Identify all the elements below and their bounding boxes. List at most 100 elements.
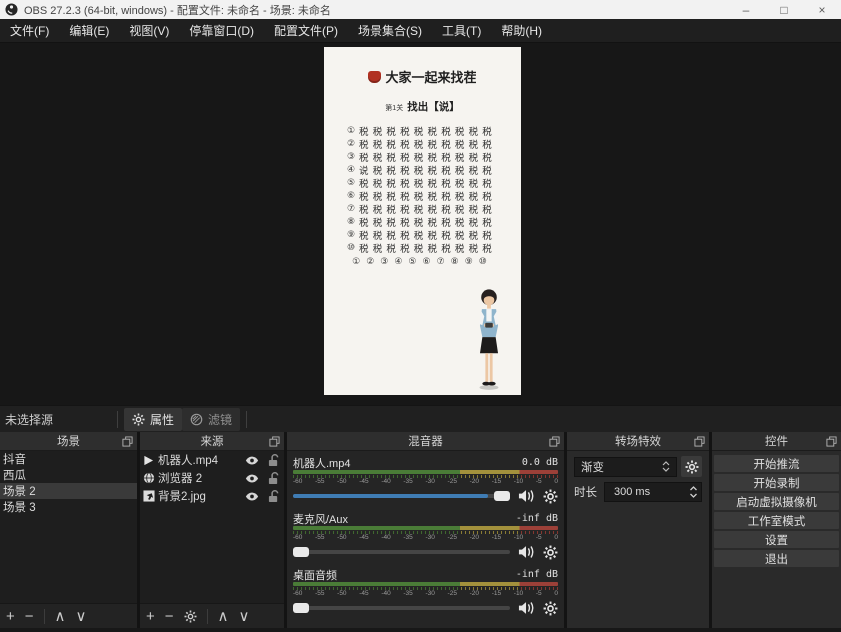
duration-input[interactable]: 300 ms	[604, 482, 702, 502]
menu-tools[interactable]: 工具(T)	[432, 19, 491, 42]
speaker-icon[interactable]	[518, 545, 535, 559]
menu-profile[interactable]: 配置文件(P)	[264, 19, 348, 42]
gear-icon	[132, 413, 145, 426]
transition-select[interactable]: 渐变	[574, 457, 677, 477]
minimize-button[interactable]: –	[727, 0, 765, 19]
unlock-icon[interactable]	[268, 490, 279, 503]
speaker-icon[interactable]	[518, 489, 535, 503]
filter-icon	[190, 413, 203, 426]
spinner-up-down-icon[interactable]	[689, 483, 698, 501]
move-source-up-button[interactable]: ∧	[218, 609, 229, 624]
controls-panel-header: 控件	[712, 432, 841, 451]
puzzle-grid: ①税税税税税税税税税税 ②税税税税税税税税税税 ③税税税税税税税税税税 ④说税税…	[324, 124, 521, 254]
gear-icon[interactable]	[543, 601, 558, 616]
window-title: OBS 27.2.3 (64-bit, windows) - 配置文件: 未命名…	[24, 2, 331, 18]
menu-scene-collection[interactable]: 场景集合(S)	[348, 19, 432, 42]
puzzle-row: ④说税税税税税税税税税	[347, 163, 521, 176]
remove-source-button[interactable]: −	[165, 609, 174, 624]
sources-toolbar: + − ∧ ∨	[140, 603, 284, 628]
duration-label: 时长	[574, 484, 597, 500]
start-recording-button[interactable]: 开始录制	[714, 474, 839, 491]
transitions-body: 渐变 时长 300 ms	[567, 451, 709, 628]
browser-globe-icon	[143, 472, 158, 484]
move-scene-up-button[interactable]: ∧	[55, 609, 66, 624]
scene-item-scene2[interactable]: 场景 2	[0, 483, 137, 499]
channel-name: 麦克风/Aux	[293, 511, 348, 527]
volume-slider-handle[interactable]	[293, 547, 309, 557]
game-logo-icon	[368, 71, 381, 83]
add-scene-button[interactable]: +	[6, 609, 15, 624]
volume-slider[interactable]	[293, 603, 510, 613]
puzzle-row: ②税税税税税税税税税税	[347, 137, 521, 150]
source-item-robot-video[interactable]: 机器人.mp4	[140, 451, 284, 469]
vu-meter	[293, 526, 558, 530]
volume-slider-handle[interactable]	[494, 491, 510, 501]
close-button[interactable]: ×	[803, 0, 841, 19]
menu-view[interactable]: 视图(V)	[119, 19, 179, 42]
gear-icon[interactable]	[543, 489, 558, 504]
source-properties-gear-icon[interactable]	[184, 610, 197, 623]
start-streaming-button[interactable]: 开始推流	[714, 455, 839, 472]
scene-item-xigua[interactable]: 西瓜	[0, 467, 137, 483]
controls-panel: 控件 开始推流 开始录制 启动虚拟摄像机 工作室模式 设置 退出	[712, 432, 841, 628]
title-bar: OBS 27.2.3 (64-bit, windows) - 配置文件: 未命名…	[0, 0, 841, 19]
scenes-panel: 场景 抖音 西瓜 场景 2 场景 3 + − ∧ ∨	[0, 432, 137, 628]
settings-button[interactable]: 设置	[714, 531, 839, 548]
exit-button[interactable]: 退出	[714, 550, 839, 567]
speaker-icon[interactable]	[518, 601, 535, 615]
toolbar-separator	[44, 609, 45, 624]
menu-edit[interactable]: 编辑(E)	[59, 19, 119, 42]
maximize-button[interactable]: □	[765, 0, 803, 19]
mixer-body: 机器人.mp40.0 dB -60-55-50-45-40-35-30-25-2…	[287, 451, 564, 628]
vu-meter-scale: -60-55-50-45-40-35-30-25-20-15-10-50	[293, 534, 558, 542]
unlock-icon[interactable]	[268, 454, 279, 467]
float-dock-icon	[269, 436, 280, 447]
volume-slider-handle[interactable]	[293, 603, 309, 613]
add-source-button[interactable]: +	[146, 609, 155, 624]
scenes-toolbar: + − ∧ ∨	[0, 603, 137, 628]
toolbar-separator	[207, 609, 208, 624]
volume-slider[interactable]	[293, 547, 510, 557]
preview-canvas[interactable]: 大家一起来找茬 第1关找出【说】 ①税税税税税税税税税税 ②税税税税税税税税税税…	[324, 47, 521, 395]
unlock-icon[interactable]	[268, 472, 279, 485]
scene-item-douyin[interactable]: 抖音	[0, 451, 137, 467]
remove-scene-button[interactable]: −	[25, 609, 34, 624]
gear-icon[interactable]	[543, 545, 558, 560]
visibility-eye-icon[interactable]	[245, 456, 259, 465]
preview-area: 大家一起来找茬 第1关找出【说】 ①税税税税税税税税税税 ②税税税税税税税税税税…	[0, 43, 841, 405]
puzzle-row: ③税税税税税税税税税税	[347, 150, 521, 163]
mixer-channel-mic: 麦克风/Aux-inf dB -60-55-50-45-40-35-30-25-…	[293, 511, 558, 560]
game-title: 大家一起来找茬	[385, 67, 476, 86]
source-item-browser2[interactable]: 浏览器 2	[140, 469, 284, 487]
obs-logo-icon	[5, 3, 18, 16]
channel-name: 桌面音频	[293, 567, 337, 583]
toolbar-separator	[246, 411, 247, 428]
menu-file[interactable]: 文件(F)	[0, 19, 59, 42]
float-dock-icon	[549, 436, 560, 447]
dock-area: 场景 抖音 西瓜 场景 2 场景 3 + − ∧ ∨ 来源	[0, 432, 841, 628]
studio-mode-button[interactable]: 工作室模式	[714, 512, 839, 529]
mixer-channel-desktop: 桌面音频-inf dB -60-55-50-45-40-35-30-25-20-…	[293, 567, 558, 616]
visibility-eye-icon[interactable]	[245, 474, 259, 483]
menu-docks[interactable]: 停靠窗口(D)	[179, 19, 264, 42]
puzzle-row: ⑤税税税税税税税税税税	[347, 176, 521, 189]
volume-slider[interactable]	[293, 491, 510, 501]
puzzle-row: ①税税税税税税税税税税	[347, 124, 521, 137]
start-virtual-camera-button[interactable]: 启动虚拟摄像机	[714, 493, 839, 510]
filters-button[interactable]: 滤镜	[182, 408, 240, 431]
move-scene-down-button[interactable]: ∨	[76, 609, 87, 624]
channel-db-value: -inf dB	[516, 569, 558, 580]
move-source-down-button[interactable]: ∨	[239, 609, 250, 624]
properties-button[interactable]: 属性	[124, 408, 182, 431]
puzzle-row: ⑥税税税税税税税税税税	[347, 189, 521, 202]
mixer-panel-header: 混音器	[287, 432, 564, 451]
transition-properties-button[interactable]	[681, 456, 702, 477]
source-item-background2[interactable]: 背景2.jpg	[140, 487, 284, 505]
scene-item-scene3[interactable]: 场景 3	[0, 499, 137, 515]
visibility-eye-icon[interactable]	[245, 492, 259, 501]
audio-mixer-panel: 混音器 机器人.mp40.0 dB -60-55-50-45-40-35-30-…	[287, 432, 564, 628]
puzzle-row: ⑨税税税税税税税税税税	[347, 228, 521, 241]
no-source-selected-label: 未选择源	[5, 411, 53, 428]
vu-meter-scale: -60-55-50-45-40-35-30-25-20-15-10-50	[293, 478, 558, 486]
menu-help[interactable]: 帮助(H)	[491, 19, 552, 42]
